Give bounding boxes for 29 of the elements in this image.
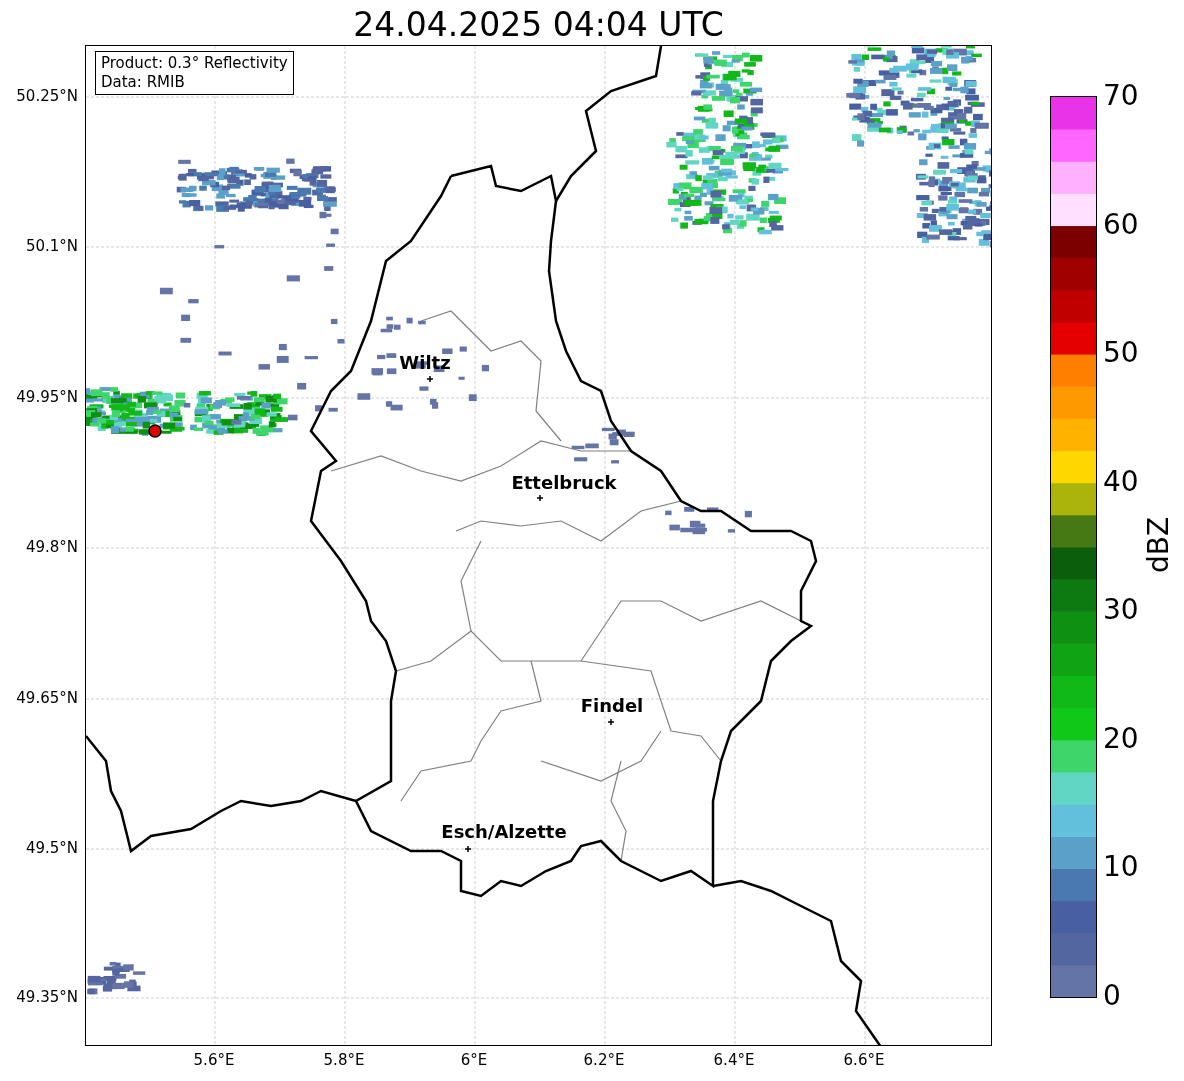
colorbar-tick-label: 30 xyxy=(1103,595,1139,626)
colorbar-tick-label: 0 xyxy=(1103,981,1121,1011)
latitude-label: 49.5°N xyxy=(25,839,78,857)
city-label: Esch/Alzette xyxy=(441,822,567,842)
latitude-label: 49.35°N xyxy=(16,988,78,1006)
longitude-label: 5.6°E xyxy=(193,1051,235,1069)
latitude-label: 50.1°N xyxy=(25,237,78,255)
colorbar-tick-label: 60 xyxy=(1103,209,1139,240)
latitude-label: 50.25°N xyxy=(16,87,78,105)
city-label: Ettelbruck xyxy=(511,473,617,493)
longitude-label: 5.8°E xyxy=(323,1051,365,1069)
colorbar-label: dBZ xyxy=(1141,516,1175,574)
colorbar-tick-label: 70 xyxy=(1103,81,1139,111)
latitude-label: 49.65°N xyxy=(16,689,78,707)
colorbar-tick-label: 40 xyxy=(1103,466,1139,497)
info-text: Product: 0.3° Reflectivity xyxy=(101,54,288,73)
info-text: Data: RMIB xyxy=(101,73,186,92)
colorbar-tick-label: 50 xyxy=(1103,338,1139,369)
city-label: Findel xyxy=(580,696,644,716)
colorbar-tick-label: 20 xyxy=(1103,723,1139,754)
longitude-label: 6.6°E xyxy=(843,1051,885,1069)
chart-title: 24.04.2025 04:04 UTC xyxy=(353,5,724,45)
longitude-label: 6.2°E xyxy=(583,1051,625,1069)
latitude-label: 49.8°N xyxy=(25,538,78,556)
colorbar-tick-label: 10 xyxy=(1103,852,1139,883)
longitude-label: 6.4°E xyxy=(713,1051,755,1069)
longitude-label: 6°E xyxy=(460,1051,488,1069)
city-label: Wiltz xyxy=(399,353,451,373)
latitude-label: 49.95°N xyxy=(16,388,78,406)
